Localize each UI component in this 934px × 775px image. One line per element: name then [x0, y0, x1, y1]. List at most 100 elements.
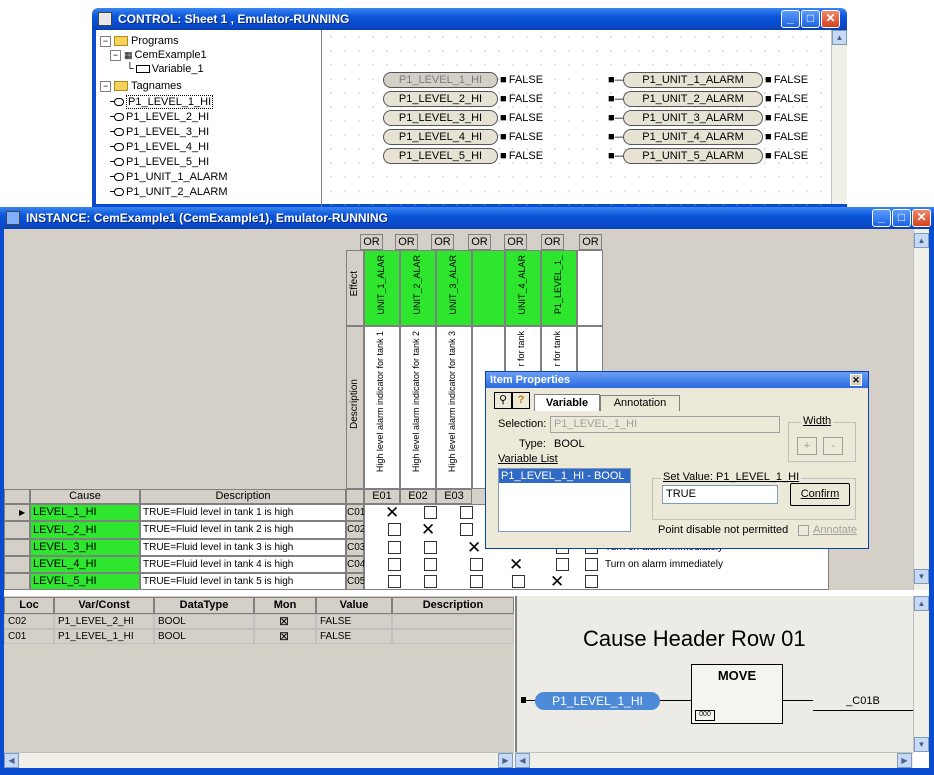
variable-list[interactable]: P1_LEVEL_1_HI - BOOL: [498, 468, 631, 532]
intersection-checkbox[interactable]: [460, 506, 473, 519]
intersection-checkbox[interactable]: [470, 575, 483, 588]
scroll-left-icon[interactable]: ◀: [515, 753, 530, 768]
output-pill[interactable]: P1_UNIT_2_ALARM: [623, 91, 763, 107]
intersection-checkbox[interactable]: [556, 558, 569, 571]
scroll-down-icon[interactable]: ▼: [914, 569, 929, 584]
output-pill[interactable]: P1_UNIT_3_ALARM: [623, 110, 763, 126]
output-pill[interactable]: P1_UNIT_1_ALARM: [623, 72, 763, 88]
col-header[interactable]: Description: [392, 597, 514, 614]
effect-description[interactable]: High level alarm indicator for tank 1: [364, 326, 400, 489]
control-vscroll[interactable]: ▲: [831, 30, 847, 204]
control-titlebar[interactable]: CONTROL: Sheet 1 , Emulator-RUNNING _ □ …: [92, 8, 847, 30]
effect-cell[interactable]: UNIT_2_ALAR: [400, 250, 436, 326]
logic-panel[interactable]: Cause Header Row 01 P1_LEVEL_1_HI MOVE 0…: [515, 596, 929, 752]
tree-tag[interactable]: P1_LEVEL_3_HI: [110, 125, 209, 139]
effect-cell[interactable]: UNIT_3_ALAR: [436, 250, 472, 326]
tree-item-program[interactable]: − ▦ CemExample1: [110, 48, 207, 62]
tree-item-variable[interactable]: └ Variable_1: [126, 62, 204, 76]
intersection-checkbox[interactable]: [388, 541, 401, 554]
move-block[interactable]: MOVE 000: [691, 664, 783, 724]
tree-tag[interactable]: P1_UNIT_1_ALARM: [110, 170, 228, 184]
splitter[interactable]: [321, 30, 322, 208]
output-pill[interactable]: P1_UNIT_5_ALARM: [623, 148, 763, 164]
monitor-checkbox-icon[interactable]: ⊠: [279, 630, 289, 643]
set-value-input[interactable]: TRUE: [662, 485, 778, 504]
cause-name[interactable]: LEVEL_2_HI: [30, 521, 140, 539]
input-pill[interactable]: P1_LEVEL_3_HI: [383, 110, 498, 126]
intersection-checkbox[interactable]: [388, 558, 401, 571]
output-pill[interactable]: P1_UNIT_4_ALARM: [623, 129, 763, 145]
intersection-checkbox[interactable]: [388, 523, 401, 536]
cause-name[interactable]: LEVEL_4_HI: [30, 556, 140, 573]
scroll-up-icon[interactable]: ▲: [832, 30, 847, 45]
control-sheet[interactable]: P1_LEVEL_1_HI P1_LEVEL_2_HI P1_LEVEL_3_H…: [324, 30, 831, 208]
intersection-checkbox[interactable]: [424, 558, 437, 571]
intersection-checkbox[interactable]: [424, 575, 437, 588]
width-plus-button[interactable]: +: [797, 437, 817, 455]
tab-variable[interactable]: Variable: [534, 394, 600, 411]
intersection-checkbox[interactable]: [388, 575, 401, 588]
intersection-checkbox[interactable]: [585, 575, 598, 588]
check-mark-icon[interactable]: ✕: [421, 521, 435, 538]
intersection-checkbox[interactable]: [470, 558, 483, 571]
check-mark-icon[interactable]: ✕: [467, 539, 481, 556]
check-mark-icon[interactable]: ✕: [550, 573, 564, 590]
tree-tag[interactable]: P1_UNIT_2_ALARM: [110, 185, 228, 199]
width-minus-button[interactable]: -: [823, 437, 843, 455]
cause-description[interactable]: TRUE=Fluid level in tank 2 is high: [140, 521, 346, 539]
cause-name[interactable]: LEVEL_1_HI: [30, 504, 140, 521]
cause-name[interactable]: LEVEL_5_HI: [30, 573, 140, 590]
intersection-checkbox[interactable]: [424, 541, 437, 554]
minimize-icon[interactable]: _: [872, 209, 891, 227]
cause-name[interactable]: LEVEL_3_HI: [30, 539, 140, 556]
logic-vscroll[interactable]: ▲ ▼: [913, 596, 929, 752]
col-header[interactable]: Var/Const: [54, 597, 154, 614]
col-header[interactable]: Mon: [254, 597, 316, 614]
scroll-right-icon[interactable]: ▶: [498, 753, 513, 768]
help-icon[interactable]: ?: [512, 392, 530, 409]
monitor-checkbox-icon[interactable]: ⊠: [279, 615, 289, 628]
col-header[interactable]: Loc: [4, 597, 54, 614]
effect-cell[interactable]: UNIT_1_ALAR: [364, 250, 400, 326]
effect-cell[interactable]: UNIT_4_ALAR: [505, 250, 541, 326]
maximize-icon[interactable]: □: [801, 10, 820, 28]
effect-description[interactable]: High level alarm indicator for tank 2: [400, 326, 436, 489]
matrix-vscroll[interactable]: ▲ ▼: [913, 229, 929, 590]
check-mark-icon[interactable]: ✕: [385, 504, 399, 521]
col-header[interactable]: DataType: [154, 597, 254, 614]
scroll-up-icon[interactable]: ▲: [914, 233, 929, 248]
scroll-up-icon[interactable]: ▲: [914, 596, 929, 611]
tree-tag[interactable]: P1_LEVEL_4_HI: [110, 140, 209, 154]
maximize-icon[interactable]: □: [892, 209, 911, 227]
intersection-checkbox[interactable]: [460, 523, 473, 536]
logic-output[interactable]: _C01B: [813, 692, 913, 711]
check-mark-icon[interactable]: ✕: [509, 556, 523, 573]
cause-description[interactable]: TRUE=Fluid level in tank 5 is high: [140, 573, 346, 590]
intersection-checkbox[interactable]: [585, 558, 598, 571]
effect-cell-empty[interactable]: [577, 250, 603, 326]
var-table-hscroll[interactable]: ◀ ▶: [4, 752, 514, 768]
effect-cell[interactable]: [472, 250, 505, 326]
input-pill[interactable]: P1_LEVEL_2_HI: [383, 91, 498, 107]
scroll-down-icon[interactable]: ▼: [914, 737, 929, 752]
list-item[interactable]: P1_LEVEL_1_HI - BOOL: [499, 469, 630, 483]
tree-tag[interactable]: P1_LEVEL_1_HI: [110, 95, 214, 109]
input-pill[interactable]: P1_LEVEL_5_HI: [383, 148, 498, 164]
instance-titlebar[interactable]: INSTANCE: CemExample1 (CemExample1), Emu…: [0, 207, 934, 229]
cause-description[interactable]: TRUE=Fluid level in tank 3 is high: [140, 539, 346, 556]
scroll-right-icon[interactable]: ▶: [897, 753, 912, 768]
close-icon[interactable]: ✕: [912, 209, 931, 227]
selection-field[interactable]: P1_LEVEL_1_HI: [550, 416, 780, 433]
logic-input[interactable]: P1_LEVEL_1_HI: [535, 692, 660, 710]
input-pill[interactable]: P1_LEVEL_4_HI: [383, 129, 498, 145]
cause-description[interactable]: TRUE=Fluid level in tank 1 is high: [140, 504, 346, 521]
tab-annotation[interactable]: Annotation: [600, 395, 680, 411]
scroll-left-icon[interactable]: ◀: [4, 753, 19, 768]
close-icon[interactable]: ✕: [821, 10, 840, 28]
intersection-checkbox[interactable]: [424, 506, 437, 519]
tree-item-programs[interactable]: − Programs: [100, 34, 179, 48]
minimize-icon[interactable]: _: [781, 10, 800, 28]
effect-description[interactable]: High level alarm indicator for tank 3: [436, 326, 472, 489]
input-pill[interactable]: P1_LEVEL_1_HI: [383, 72, 498, 88]
close-icon[interactable]: ✕: [850, 374, 862, 386]
